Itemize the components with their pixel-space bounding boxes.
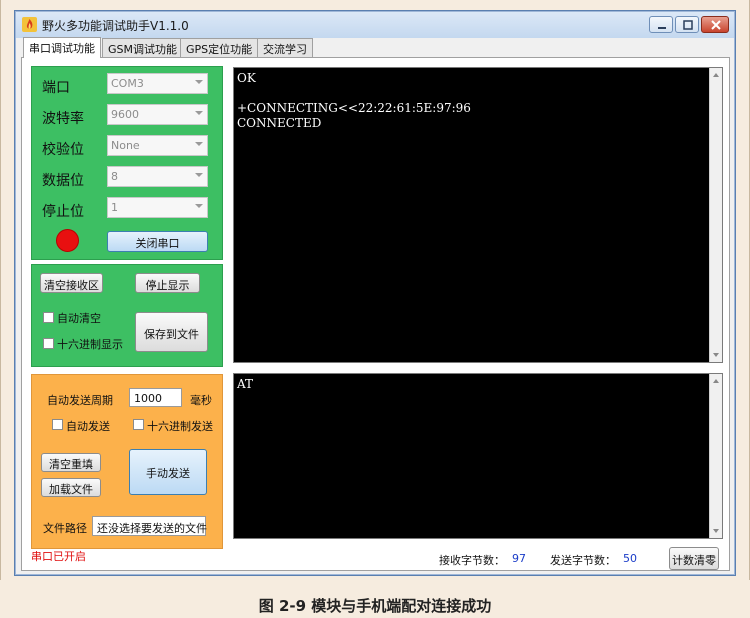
app-fire-icon — [22, 17, 37, 32]
stopbits-label: 停止位 — [42, 204, 84, 220]
port-label: 端口 — [42, 80, 70, 96]
clear-refill-button[interactable]: 清空重填 — [41, 453, 101, 472]
maximize-button[interactable] — [675, 16, 699, 33]
send-textarea[interactable]: AT — [233, 373, 723, 539]
chevron-down-icon — [195, 80, 203, 84]
send-controls-panel: 自动发送周期 1000 毫秒 自动发送 十六进制发送 清空重填 加载文件 手动发… — [31, 374, 223, 549]
send-text: AT — [237, 377, 254, 391]
close-icon — [711, 20, 721, 30]
tab-content: 端口 COM3 波特率 9600 校验位 None 数据位 8 停止位 1 关闭… — [21, 57, 730, 571]
close-port-button[interactable]: 关闭串口 — [107, 231, 208, 252]
baud-select[interactable]: 9600 — [107, 104, 208, 125]
databits-select[interactable]: 8 — [107, 166, 208, 187]
parity-select[interactable]: None — [107, 135, 208, 156]
minimize-icon — [658, 27, 666, 29]
receive-controls-panel: 清空接收区 停止显示 自动清空 十六进制显示 保存到文件 — [31, 264, 223, 367]
hex-display-label: 十六进制显示 — [57, 338, 123, 351]
tab-community[interactable]: 交流学习 — [257, 38, 313, 57]
figure-caption: 图 2-9 模块与手机端配对连接成功 — [258, 597, 492, 615]
send-period-input[interactable]: 1000 — [129, 388, 182, 407]
file-path-label: 文件路径 — [43, 522, 87, 535]
receive-scrollbar[interactable] — [709, 68, 722, 362]
stop-display-button[interactable]: 停止显示 — [135, 273, 200, 293]
received-text: OK +CONNECTING<<22:22:61:5E:97:96 CONNEC… — [237, 71, 471, 130]
stopbits-select[interactable]: 1 — [107, 197, 208, 218]
auto-send-checkbox[interactable] — [52, 419, 63, 430]
port-select[interactable]: COM3 — [107, 73, 208, 94]
tab-serial[interactable]: 串口调试功能 — [23, 37, 101, 58]
scroll-up-icon — [713, 73, 719, 77]
scroll-up-icon — [713, 379, 719, 383]
auto-clear-checkbox[interactable] — [43, 312, 54, 323]
window-title: 野火多功能调试助手V1.1.0 — [42, 19, 189, 33]
chevron-down-icon — [195, 142, 203, 146]
receive-textarea[interactable]: OK +CONNECTING<<22:22:61:5E:97:96 CONNEC… — [233, 67, 723, 363]
chevron-down-icon — [195, 173, 203, 177]
baud-label: 波特率 — [42, 111, 84, 127]
hex-display-checkbox[interactable] — [43, 338, 54, 349]
send-scrollbar[interactable] — [709, 374, 722, 538]
tx-count-value: 50 — [623, 552, 637, 565]
close-button[interactable] — [701, 16, 729, 33]
auto-send-label: 自动发送 — [66, 420, 110, 433]
hex-send-checkbox[interactable] — [133, 419, 144, 430]
period-unit-label: 毫秒 — [190, 394, 212, 407]
send-period-label: 自动发送周期 — [47, 394, 113, 407]
port-status-text: 串口已开启 — [31, 550, 86, 563]
scroll-down-icon — [713, 529, 719, 533]
maximize-icon — [683, 20, 693, 30]
tab-gps[interactable]: GPS定位功能 — [180, 38, 259, 57]
rx-count-value: 97 — [512, 552, 526, 565]
reset-count-button[interactable]: 计数清零 — [669, 547, 719, 570]
clear-receive-button[interactable]: 清空接收区 — [40, 273, 103, 293]
minimize-button[interactable] — [649, 16, 673, 33]
app-window: 野火多功能调试助手V1.1.0 串口调试功能 GSM调试功能 GPS定位功能 交… — [14, 10, 736, 576]
parity-label: 校验位 — [42, 142, 84, 158]
file-path-input[interactable]: 还没选择要发送的文件 — [92, 516, 207, 536]
scroll-down-icon — [713, 353, 719, 357]
databits-label: 数据位 — [42, 173, 84, 189]
chevron-down-icon — [195, 111, 203, 115]
tx-count-label: 发送字节数： — [550, 554, 616, 567]
hex-send-label: 十六进制发送 — [147, 420, 213, 433]
tab-gsm[interactable]: GSM调试功能 — [102, 38, 183, 57]
load-file-button[interactable]: 加载文件 — [41, 478, 101, 497]
manual-send-button[interactable]: 手动发送 — [129, 449, 207, 495]
save-to-file-button[interactable]: 保存到文件 — [135, 312, 208, 352]
rx-count-label: 接收字节数： — [439, 554, 505, 567]
serial-settings-panel: 端口 COM3 波特率 9600 校验位 None 数据位 8 停止位 1 关闭… — [31, 66, 223, 260]
port-status-indicator-icon — [56, 229, 79, 252]
auto-clear-label: 自动清空 — [57, 312, 101, 325]
title-bar: 野火多功能调试助手V1.1.0 — [16, 12, 734, 38]
chevron-down-icon — [195, 204, 203, 208]
